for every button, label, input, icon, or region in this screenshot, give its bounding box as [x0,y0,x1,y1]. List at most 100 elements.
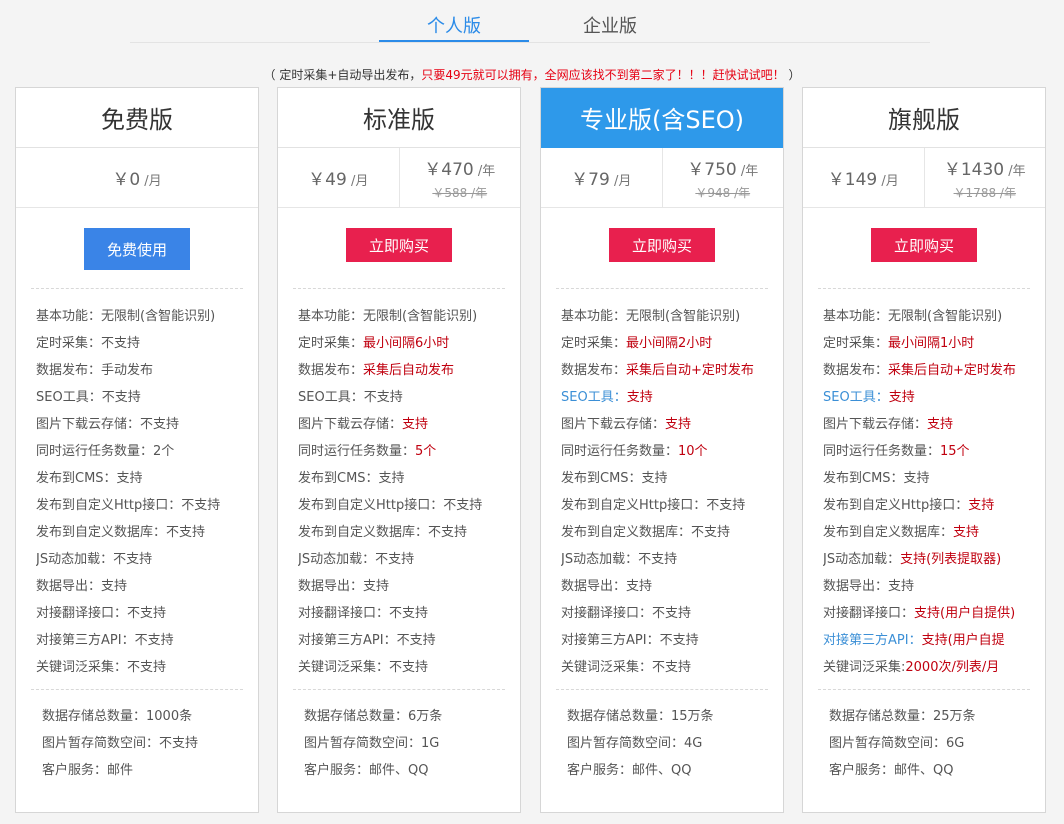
feature-label[interactable]: 对接第三方API： [823,633,922,648]
feature-label: 图片下载云存储： [298,417,403,432]
feature-label: 图片下载云存储： [561,417,666,432]
feature-label: 关键词泛采集： [298,660,390,675]
feature-label: 发布到自定义Http接口： [561,498,707,513]
feature-list: 基本功能：无限制(含智能识别) 定时采集：最小间隔6小时 数据发布：采集后自动发布 S… [278,289,520,689]
feature-label: 对接翻译接口： [561,606,653,621]
feature-label[interactable]: SEO工具： [561,390,627,405]
buy-now-button[interactable]: 立即购买 [871,228,977,262]
feature-label: 发布到CMS： [823,471,904,486]
feature-value: 支持(用户自提供) [914,606,1016,621]
feature-item: 数据导出：支持 [823,575,1045,602]
feature-value: 不支持 [652,660,692,675]
feature-value: 10个 [678,444,708,459]
extra-item: 图片暂存简数空间：4G [567,736,703,751]
feature-item: 对接第三方API：不支持 [298,629,520,656]
price: ￥49 /月 [308,165,368,190]
feature-value: 支持 [903,471,930,486]
plan-name: 标准版 [278,88,520,148]
feature-label: 定时采集： [561,336,627,351]
price-amount: ￥49 [308,170,347,190]
feature-value: 不支持 [652,606,692,621]
free-use-button[interactable]: 免费使用 [84,228,190,270]
feature-item: JS动态加载：不支持 [36,548,258,575]
plan-card-flagship: 旗舰版 ￥149 /月 ￥1430 /年 ￥1788 /年 立即购买 基本功能：无限制… [802,87,1046,813]
feature-item: 同时运行任务数量：10个 [561,440,783,467]
feature-value: 支持 [363,579,390,594]
price-row: ￥79 /月 ￥750 /年 ￥948 /年 [541,148,783,208]
active-tab-underline [379,40,529,42]
feature-item: 发布到CMS：支持 [36,467,258,494]
button-area: 立即购买 [541,208,783,288]
feature-value: 支持 [626,390,653,405]
feature-value: 无限制(含智能识别) [626,309,741,324]
extra-item: 数据存储总数量：15万条 [567,709,714,724]
price-unit: /月 [140,174,162,189]
feature-label: 发布到自定义数据库： [36,525,167,540]
feature-value: 2000次/列表/月 [905,660,1000,675]
plan-name: 旗舰版 [803,88,1045,148]
promo-suffix: ） [784,68,801,82]
feature-value: 不支持 [101,390,141,405]
feature-item: 发布到自定义Http接口：不支持 [36,494,258,521]
feature-label: 对接第三方API： [298,633,397,648]
feature-value: 最小间隔2小时 [626,336,713,351]
feature-label: 发布到自定义数据库： [823,525,954,540]
feature-item: 同时运行任务数量：5个 [298,440,520,467]
feature-value: 不支持 [134,633,174,648]
price-amount: ￥149 [827,170,878,190]
feature-item: 基本功能：无限制(含智能识别) [36,305,258,332]
feature-item: 数据发布：采集后自动+定时发布 [561,359,783,386]
extra-item: 图片暂存简数空间：6G [829,736,965,751]
feature-value: 不支持 [389,606,429,621]
feature-item: 发布到自定义Http接口：不支持 [298,494,520,521]
tab-personal[interactable]: 个人版 [379,12,529,42]
extra-item: 图片暂存简数空间：1G [304,736,440,751]
feature-label: 数据导出： [36,579,102,594]
feature-item: 图片下载云存储：支持 [298,413,520,440]
feature-label: 对接翻译接口： [823,606,915,621]
feature-item: 对接第三方API：支持(用户自提 [823,629,1045,656]
feature-label[interactable]: SEO工具： [823,390,889,405]
feature-item: 发布到CMS：支持 [823,467,1045,494]
price: ￥79 /月 [571,165,631,190]
feature-label: 基本功能： [36,309,102,324]
feature-label: 同时运行任务数量： [561,444,679,459]
price: ￥470 /年 [424,155,495,180]
plan-card-pro: 专业版(含SEO) ￥79 /月 ￥750 /年 ￥948 /年 立即购买 基本功能：… [540,87,784,813]
feature-value: 不支持 [113,552,153,567]
feature-label: SEO工具： [298,390,364,405]
price-unit: /月 [877,174,899,189]
extra-item: 客户服务：邮件 [42,763,134,778]
feature-value: 支持 [888,390,915,405]
buy-now-button[interactable]: 立即购买 [346,228,452,262]
price-cell: ￥149 /月 [803,148,924,207]
price: ￥0 /月 [112,165,161,190]
feature-label: 数据发布： [561,363,627,378]
promo-prefix: （ 定时采集+自动导出发布， [263,68,422,82]
price-amount: ￥1430 [943,159,1005,180]
feature-label: SEO工具： [36,390,102,405]
tab-enterprise[interactable]: 企业版 [535,12,685,42]
extras-list: 数据存储总数量：25万条 图片暂存简数空间：6G 客户服务：邮件、QQ [803,690,1045,786]
extra-item: 数据存储总数量：6万条 [304,709,443,724]
extra-item: 客户服务：邮件、QQ [829,763,954,778]
feature-value: 无限制(含智能识别) [101,309,216,324]
feature-item: 关键词泛采集：不支持 [561,656,783,683]
feature-value: 支持 [665,417,692,432]
feature-item: 定时采集：最小间隔6小时 [298,332,520,359]
feature-item: 基本功能：无限制(含智能识别) [298,305,520,332]
feature-label: 发布到自定义Http接口： [823,498,969,513]
feature-item: 发布到自定义Http接口：不支持 [561,494,783,521]
plan-card-standard: 标准版 ￥49 /月 ￥470 /年 ￥588 /年 立即购买 基本功能：无限制(含智… [277,87,521,813]
price-amount: ￥79 [571,170,610,190]
price-unit: /年 [736,163,759,179]
price-cell: ￥0 /月 [16,148,258,207]
button-area: 立即购买 [803,208,1045,288]
buy-now-button[interactable]: 立即购买 [609,228,715,262]
feature-value: 采集后自动发布 [363,363,455,378]
feature-item: 定时采集：不支持 [36,332,258,359]
feature-value: 不支持 [375,552,415,567]
feature-label: 数据导出： [561,579,627,594]
feature-value: 不支持 [389,660,429,675]
price-cell: ￥750 /年 ￥948 /年 [661,148,784,207]
